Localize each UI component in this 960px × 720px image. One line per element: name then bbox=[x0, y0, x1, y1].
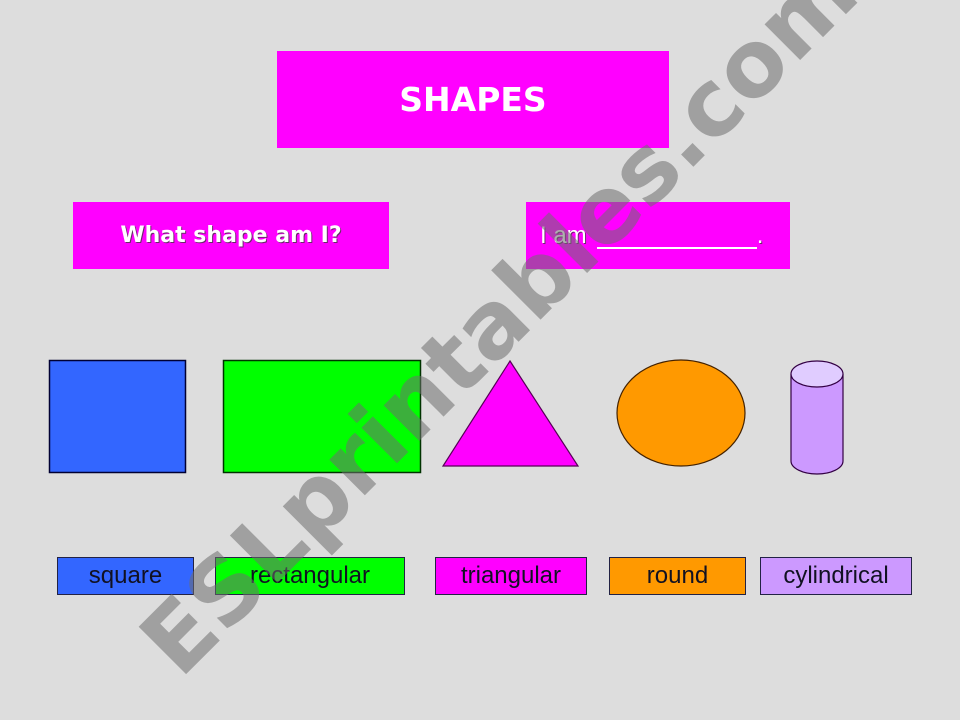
label-text: triangular bbox=[460, 562, 562, 589]
circle-shape bbox=[616, 359, 746, 467]
label-text: cylindrical bbox=[783, 562, 889, 589]
rectangle-shape bbox=[222, 359, 422, 474]
label-text: round bbox=[646, 562, 709, 589]
cylinder-body bbox=[790, 374, 844, 475]
label-text: rectangular bbox=[249, 562, 371, 589]
label-rectangular: rectangular bbox=[215, 557, 405, 595]
label-triangular: triangular bbox=[435, 557, 587, 595]
square-shape bbox=[48, 359, 187, 474]
label-square: square bbox=[57, 557, 194, 595]
cylinder-top bbox=[790, 360, 844, 388]
cylinder-shape bbox=[790, 360, 844, 475]
label-round: round bbox=[609, 557, 746, 595]
triangle-shape bbox=[441, 359, 580, 467]
label-cylindrical: cylindrical bbox=[760, 557, 912, 595]
label-text: square bbox=[88, 562, 163, 589]
shapes-area bbox=[48, 359, 844, 475]
